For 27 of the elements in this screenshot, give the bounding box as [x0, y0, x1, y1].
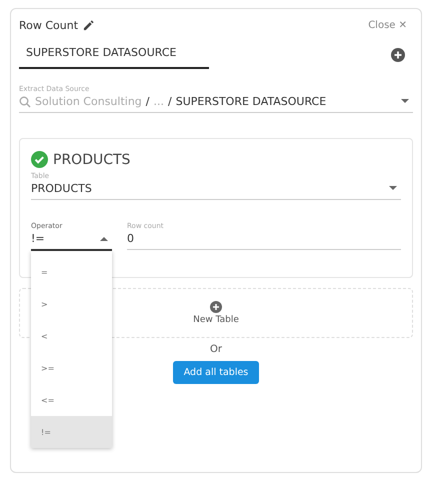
add-all-tables-button[interactable]: Add all tables: [172, 361, 260, 384]
add-icon: [210, 301, 222, 313]
dropdown-caret-icon: [100, 236, 108, 241]
ellipsis-text: ...: [154, 95, 164, 108]
operator-option[interactable]: !=: [31, 416, 112, 448]
datasource-tab[interactable]: SUPERSTORE DATASOURCE: [19, 40, 209, 69]
table-select[interactable]: PRODUCTS: [31, 180, 401, 200]
pencil-icon[interactable]: [83, 20, 94, 31]
close-button[interactable]: Close ✕: [368, 20, 413, 31]
parent-folder-text: Solution Consulting: [35, 95, 142, 108]
panel-title: Row Count: [19, 19, 78, 32]
dropdown-caret-icon: [401, 99, 409, 104]
operator-option[interactable]: <: [31, 320, 112, 352]
search-icon: [19, 96, 31, 108]
row-count-input[interactable]: 0: [127, 230, 401, 250]
operator-option[interactable]: >: [31, 288, 112, 320]
or-text: Or: [209, 344, 223, 355]
operator-option[interactable]: =: [31, 256, 112, 288]
add-icon[interactable]: [391, 48, 405, 62]
dropdown-caret-icon: [389, 186, 397, 191]
path-separator: /: [168, 95, 172, 108]
current-folder-text: SUPERSTORE DATASOURCE: [176, 95, 326, 108]
operator-option[interactable]: >=: [31, 352, 112, 384]
operator-option[interactable]: <=: [31, 384, 112, 416]
table-card-title: PRODUCTS: [53, 152, 130, 168]
path-separator: /: [146, 95, 150, 108]
datasource-select[interactable]: Solution Consulting / ... / SUPERSTORE DATASOURCE: [19, 93, 413, 113]
